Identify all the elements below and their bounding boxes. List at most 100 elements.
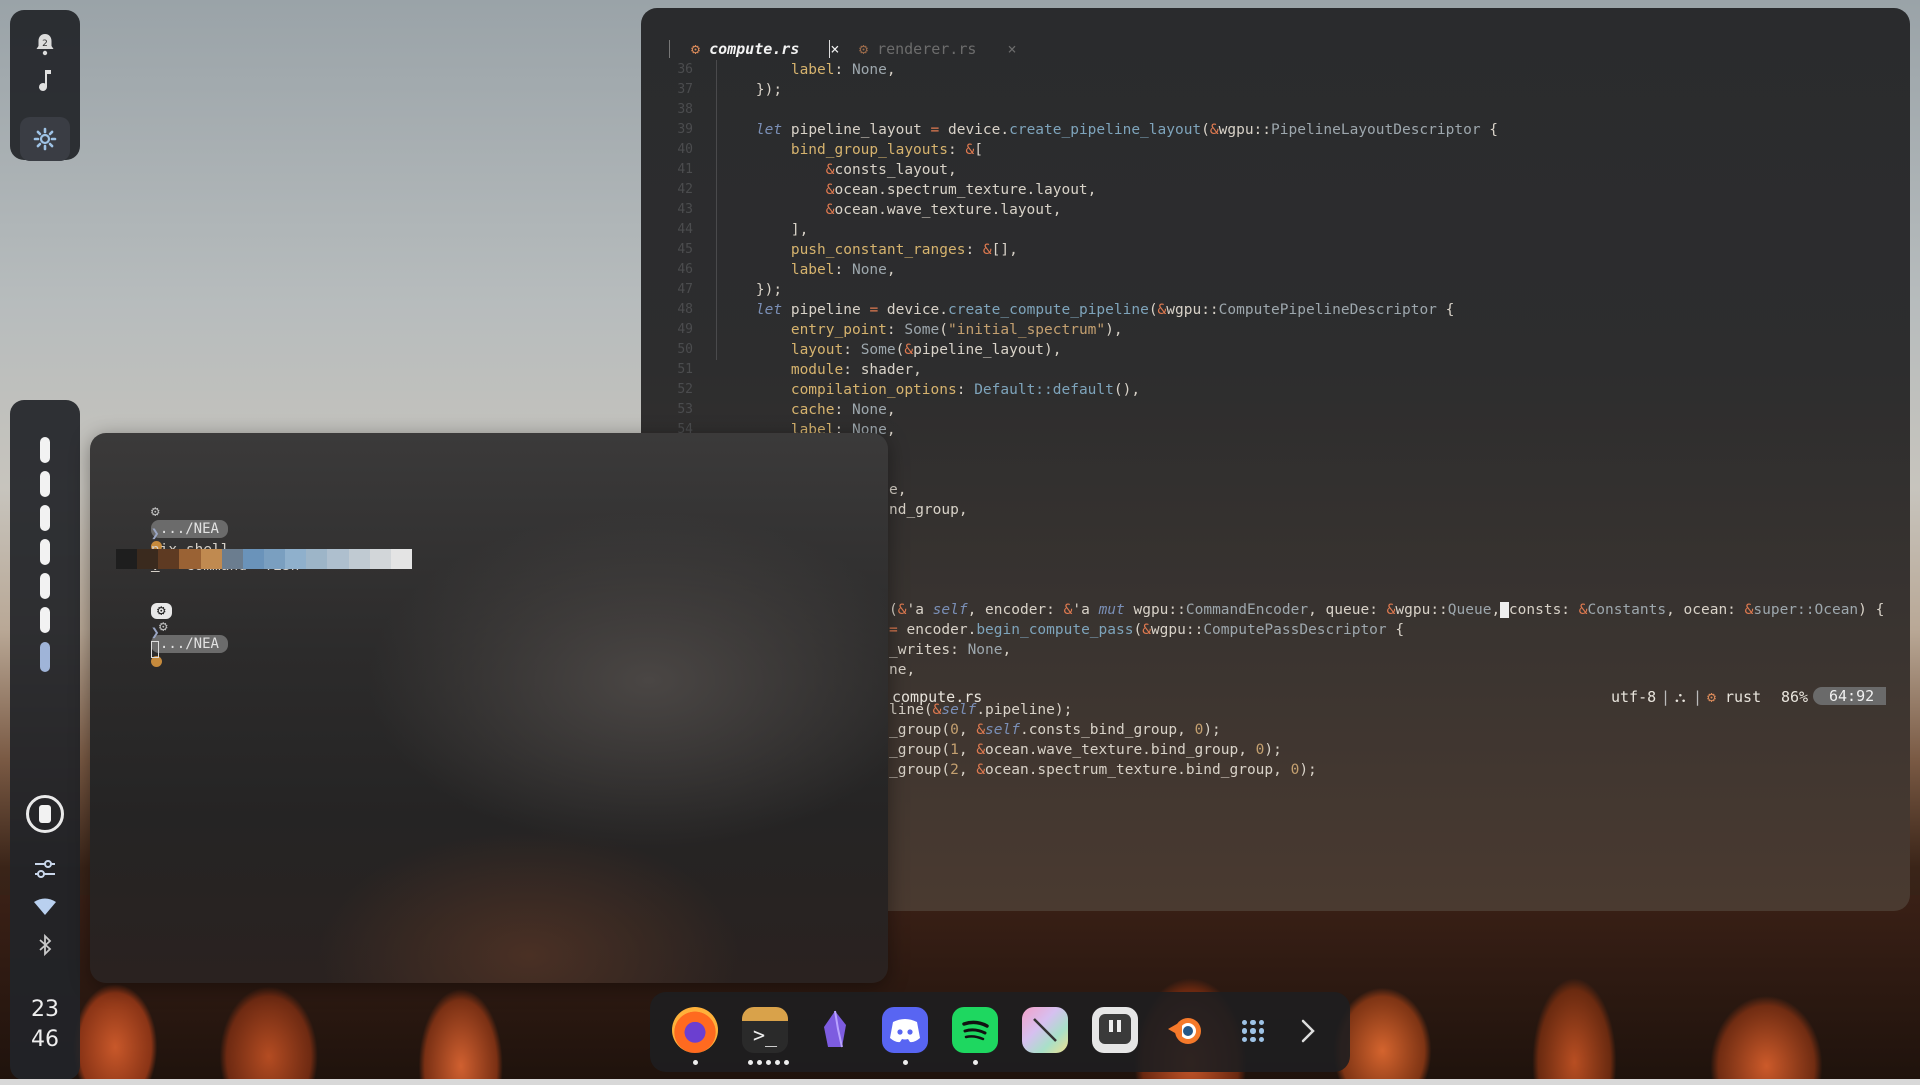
status-encoding: utf-8 [1611,688,1657,706]
line-number: 44 [677,222,693,237]
code-line: }); [721,282,783,298]
bell-icon[interactable]: 2 [10,32,80,60]
line-number: 38 [677,102,693,117]
code-line: bind_group_layouts: &[ [790,142,983,158]
indent-guide [716,60,717,360]
code-line-partial: _writes: None, [889,642,1012,658]
running-indicator [693,1060,698,1065]
line-number: 41 [677,162,693,177]
gear-icon: ⚙ [158,619,168,635]
code-line-partial: = encoder.begin_compute_pass(&wgpu::Comp… [889,622,1405,638]
workspace-indicator-4[interactable] [40,539,50,565]
code-line-partial: _group(0, &self.consts_bind_group, 0); [889,722,1221,738]
status-language: rust [1725,688,1762,706]
palette-swatch [137,549,159,569]
tab-label: renderer.rs [877,40,977,58]
palette-swatch [116,549,138,569]
status-position: 64:92 [1813,687,1887,705]
terminal-icon[interactable]: >_ [742,1007,788,1053]
battery-icon [39,805,51,823]
code-line-partial: ne, [889,662,916,678]
status-percent: 86% [1781,688,1809,706]
input-line[interactable]: ❯ [116,609,160,674]
workspace-indicator-active[interactable] [40,642,50,672]
code-line: let pipeline_layout = device.create_pipe… [755,122,1499,138]
code-line: label: None, [790,62,896,78]
close-icon[interactable]: × [1007,40,1016,58]
workspace-indicator-6[interactable] [40,607,50,633]
terminal-window[interactable]: ⚙ .../NEA ❯ nix-shell . --command "fish"… [90,433,888,983]
line-number: 50 [677,342,693,357]
code-line-partial: e, [889,482,907,498]
palette-swatch [242,549,264,569]
spotify-icon[interactable] [952,1007,998,1053]
sidebar-main-panel: 23 46 [10,400,80,1080]
running-indicator [903,1060,908,1065]
line-number: 51 [677,362,693,377]
running-indicator [757,1060,762,1065]
linux-icon: ⛬ [1675,688,1686,706]
discord-icon[interactable] [882,1007,928,1053]
code-line-partial: nd_group, [889,502,968,518]
obsidian-icon[interactable] [812,1007,858,1053]
code-line: ], [721,222,809,238]
code-line: }); [721,82,783,98]
workspace-indicator-3[interactable] [40,505,50,531]
settings-gear-button[interactable] [20,117,70,161]
code-line: &consts_layout, [825,162,957,178]
status-filename: compute.rs [892,688,983,706]
line-number: 36 [677,62,693,77]
sliders-icon[interactable] [10,858,80,884]
palette-swatch [327,549,349,569]
workspace-indicator-5[interactable] [40,573,50,599]
rust-file-icon: ⚙ [859,40,869,58]
running-indicator [766,1060,771,1065]
code-line: layout: Some(&pipeline_layout), [790,342,1062,358]
blender-icon[interactable] [1162,1007,1208,1053]
tab-compute-rs[interactable]: ⚙ compute.rs × [691,40,839,58]
pause-app-icon[interactable] [1092,1007,1138,1053]
palette-swatch [390,549,412,569]
running-indicator [748,1060,753,1065]
workspace-indicator-2[interactable] [40,471,50,497]
code-line: module: shader, [790,362,922,378]
screen-bottom-edge [0,1079,1920,1085]
running-indicator [775,1060,780,1065]
line-number: 43 [677,202,693,217]
code-line: push_constant_ranges: &[], [790,242,1018,258]
tab-separator [669,40,670,58]
wifi-icon[interactable] [10,898,80,920]
palette-swatch [285,549,307,569]
notification-count: 2 [42,39,48,49]
chevron-right-icon[interactable] [1300,1018,1316,1048]
prompt-glyph: ❯ [150,625,160,641]
line-number: 53 [677,402,693,417]
app-dock: >_ [650,992,1350,1072]
power-button[interactable] [26,795,64,833]
line-number: 42 [677,182,693,197]
palette-swatch [221,549,243,569]
palette-swatch [306,549,328,569]
paint-icon[interactable] [1022,1007,1068,1053]
music-note-icon[interactable] [10,68,80,98]
palette-swatch [200,549,222,569]
line-number: 49 [677,322,693,337]
close-icon[interactable]: × [830,40,839,58]
line-number: 45 [677,242,693,257]
palette-swatch [348,549,370,569]
workspace-indicator-1[interactable] [40,437,50,463]
code-line: let pipeline = device.create_compute_pip… [755,302,1455,318]
line-number: 37 [677,82,693,97]
firefox-icon[interactable] [672,1007,718,1053]
code-line: label: None, [790,262,896,278]
bluetooth-icon[interactable] [10,933,80,961]
code-line: compilation_options: Default::default(), [790,382,1141,398]
prompt-glyph: ❯ [150,526,160,542]
gear-icon [33,127,57,151]
line-number: 47 [677,282,693,297]
code-line: cache: None, [790,402,896,418]
app-grid-icon[interactable] [1242,1020,1264,1042]
code-line: &ocean.wave_texture.layout, [825,202,1062,218]
clock-hour: 23 [31,997,59,1022]
tab-renderer-rs[interactable]: ⚙ renderer.rs × [859,40,1016,58]
